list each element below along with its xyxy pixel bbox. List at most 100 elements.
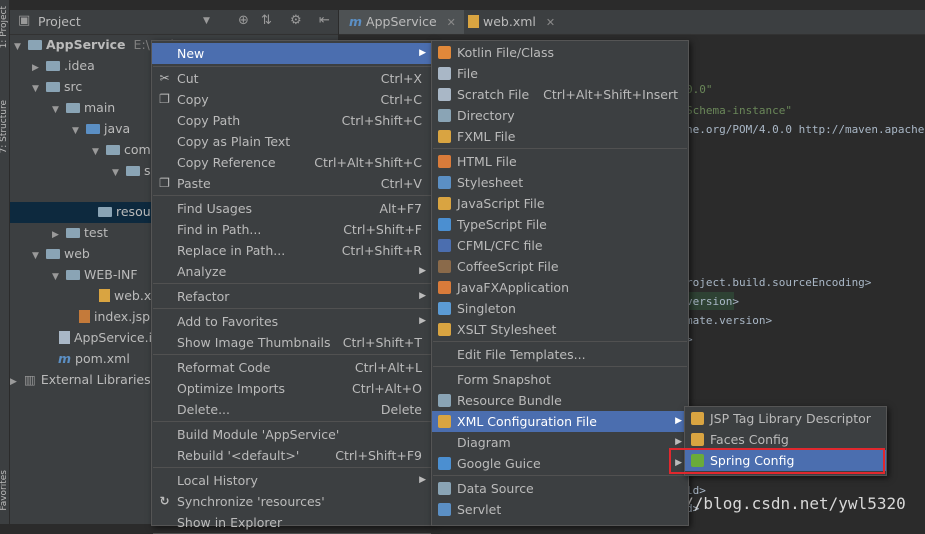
- tree-item[interactable]: ▼ web: [32, 244, 90, 264]
- tool-tab-project[interactable]: 1: Project: [0, 6, 9, 48]
- tree-item[interactable]: ▼ main: [52, 98, 115, 118]
- tree-item[interactable]: ▶ ▥ External Libraries: [10, 370, 151, 390]
- menu-item-add-to-favorites[interactable]: Add to Favorites ▶: [152, 311, 432, 332]
- chevron-down-icon[interactable]: ▼: [72, 121, 84, 141]
- new-item-javascript-file[interactable]: JavaScript File: [432, 193, 688, 214]
- menu-item-new[interactable]: New ▶: [152, 43, 432, 64]
- new-item-html-file[interactable]: HTML File: [432, 151, 688, 172]
- menu-item-replace-in-path[interactable]: Replace in Path... Ctrl+Shift+R: [152, 240, 432, 261]
- new-item-singleton[interactable]: Singleton: [432, 298, 688, 319]
- chevron-right-icon[interactable]: ▶: [32, 58, 44, 78]
- new-item-file[interactable]: File: [432, 63, 688, 84]
- new-item-javafxapplication[interactable]: JavaFXApplication: [432, 277, 688, 298]
- chevron-down-icon[interactable]: ▼: [32, 79, 44, 99]
- xml-item-jsp-tag-library-descriptor[interactable]: JSP Tag Library Descriptor: [685, 408, 886, 429]
- gear-icon[interactable]: ⚙: [290, 13, 302, 28]
- menu-item-analyze[interactable]: Analyze ▶: [152, 261, 432, 282]
- menu-item-local-history[interactable]: Local History ▶: [152, 470, 432, 491]
- tool-tab-structure[interactable]: 7: Structure: [0, 100, 9, 154]
- menu-item-optimize-imports[interactable]: Optimize Imports Ctrl+Alt+O: [152, 378, 432, 399]
- new-item-edit-file-templates[interactable]: Edit File Templates...: [432, 344, 688, 365]
- chevron-down-icon[interactable]: ▼: [52, 100, 64, 120]
- menu-item-delete[interactable]: Delete... Delete: [152, 399, 432, 420]
- new-item-google-guice[interactable]: Google Guice ▶: [432, 453, 688, 474]
- menu-item-copy-reference[interactable]: Copy Reference Ctrl+Alt+Shift+C: [152, 152, 432, 173]
- chevron-down-icon[interactable]: ▼: [14, 37, 26, 57]
- menu-item-rebuild-default[interactable]: Rebuild '<default>' Ctrl+Shift+F9: [152, 445, 432, 466]
- chevron-right-icon: ▶: [419, 266, 426, 276]
- menu-separator: [153, 421, 431, 422]
- tree-item[interactable]: ▼ com: [92, 140, 151, 160]
- xslt-icon: [438, 323, 451, 336]
- tree-item[interactable]: index.jsp: [64, 307, 150, 327]
- menu-item-build-module-appservice[interactable]: Build Module 'AppService': [152, 424, 432, 445]
- menu-item-cut[interactable]: ✂ Cut Ctrl+X: [152, 68, 432, 89]
- menu-separator: [433, 148, 687, 149]
- tree-item[interactable]: ▼ WEB-INF: [52, 265, 138, 285]
- tab-web-xml[interactable]: web.xml ✕: [457, 10, 563, 34]
- menu-item-reformat-code[interactable]: Reformat Code Ctrl+Alt+L: [152, 357, 432, 378]
- menu-item-paste[interactable]: ❐ Paste Ctrl+V: [152, 173, 432, 194]
- chevron-down-icon[interactable]: ▼: [112, 163, 124, 183]
- code-line: 0.0": [686, 83, 713, 96]
- new-item-data-source[interactable]: Data Source: [432, 478, 688, 499]
- new-item-coffeescript-file[interactable]: CoffeeScript File: [432, 256, 688, 277]
- new-item-kotlin-file-class[interactable]: Kotlin File/Class: [432, 42, 688, 63]
- menu-item-label: Diagram: [457, 435, 511, 450]
- new-item-form-snapshot[interactable]: Form Snapshot: [432, 369, 688, 390]
- new-item-xml-configuration-file[interactable]: XML Configuration File ▶: [432, 411, 688, 432]
- new-item-xslt-stylesheet[interactable]: XSLT Stylesheet: [432, 319, 688, 340]
- new-item-typescript-file[interactable]: TypeScript File: [432, 214, 688, 235]
- menu-item-copy-as-plain-text[interactable]: Copy as Plain Text: [152, 131, 432, 152]
- menu-item-label: Paste: [177, 176, 211, 191]
- collapse-all-icon[interactable]: ⇅: [261, 13, 272, 28]
- kotlin-icon: [438, 46, 451, 59]
- tab-appservice[interactable]: m AppService ✕: [339, 10, 464, 34]
- chevron-down-icon[interactable]: ▼: [32, 246, 44, 266]
- menu-item-find-usages[interactable]: Find Usages Alt+F7: [152, 198, 432, 219]
- new-item-stylesheet[interactable]: Stylesheet: [432, 172, 688, 193]
- new-item-directory[interactable]: Directory: [432, 105, 688, 126]
- project-panel-title[interactable]: Project: [38, 14, 81, 29]
- tool-tab-favorites[interactable]: Favorites: [0, 470, 9, 511]
- tree-item[interactable]: m pom.xml: [44, 349, 130, 369]
- scroll-from-source-icon[interactable]: ⊕: [238, 13, 249, 28]
- new-item-diagram[interactable]: Diagram ▶: [432, 432, 688, 453]
- tree-item[interactable]: AppService.iml: [44, 328, 168, 348]
- view-dropdown-icon[interactable]: ▼: [203, 16, 210, 26]
- menu-item-refactor[interactable]: Refactor ▶: [152, 286, 432, 307]
- menu-item-find-in-path[interactable]: Find in Path... Ctrl+Shift+F: [152, 219, 432, 240]
- tree-item[interactable]: ▼ java: [72, 119, 130, 139]
- close-icon[interactable]: ✕: [546, 16, 555, 29]
- tree-item[interactable]: ▶ .idea: [32, 56, 95, 76]
- folder-icon: [66, 102, 80, 113]
- chevron-down-icon[interactable]: ▼: [92, 142, 104, 162]
- chevron-right-icon[interactable]: ▶: [10, 372, 22, 392]
- menu-item-label: Optimize Imports: [177, 381, 286, 396]
- menu-item-label: Show in Explorer: [177, 515, 283, 530]
- left-tool-strip: 1: Project 7: Structure Favorites: [0, 0, 10, 524]
- menu-item-shortcut: Ctrl+V: [380, 176, 422, 191]
- tree-item[interactable]: ▼ s: [112, 161, 151, 181]
- new-item-servlet[interactable]: Servlet: [432, 499, 688, 520]
- ts-icon: [438, 218, 451, 231]
- chevron-right-icon[interactable]: ▶: [52, 225, 64, 245]
- new-item-fxml-file[interactable]: FXML File: [432, 126, 688, 147]
- close-icon[interactable]: ✕: [447, 16, 456, 29]
- chevron-down-icon[interactable]: ▼: [52, 267, 64, 287]
- new-item-resource-bundle[interactable]: Resource Bundle: [432, 390, 688, 411]
- menu-item-label: Replace in Path...: [177, 243, 286, 258]
- new-item-cfml-cfc-file[interactable]: CFML/CFC file: [432, 235, 688, 256]
- menu-item-label: Show Image Thumbnails: [177, 335, 331, 350]
- menu-item-show-image-thumbnails[interactable]: Show Image Thumbnails Ctrl+Shift+T: [152, 332, 432, 353]
- menu-item-copy-path[interactable]: Copy Path Ctrl+Shift+C: [152, 110, 432, 131]
- hide-panel-icon[interactable]: ⇤: [319, 13, 330, 28]
- tree-item[interactable]: ▶ test: [52, 223, 108, 243]
- tree-item[interactable]: ▼ src: [32, 77, 82, 97]
- menu-item-copy[interactable]: ❐ Copy Ctrl+C: [152, 89, 432, 110]
- xml-item-faces-config[interactable]: Faces Config: [685, 429, 886, 450]
- new-item-scratch-file[interactable]: Scratch File Ctrl+Alt+Shift+Insert: [432, 84, 688, 105]
- menu-item-synchronize-resources[interactable]: ↻ Synchronize 'resources': [152, 491, 432, 512]
- menu-item-show-in-explorer[interactable]: Show in Explorer: [152, 512, 432, 533]
- folder-icon: [86, 123, 100, 134]
